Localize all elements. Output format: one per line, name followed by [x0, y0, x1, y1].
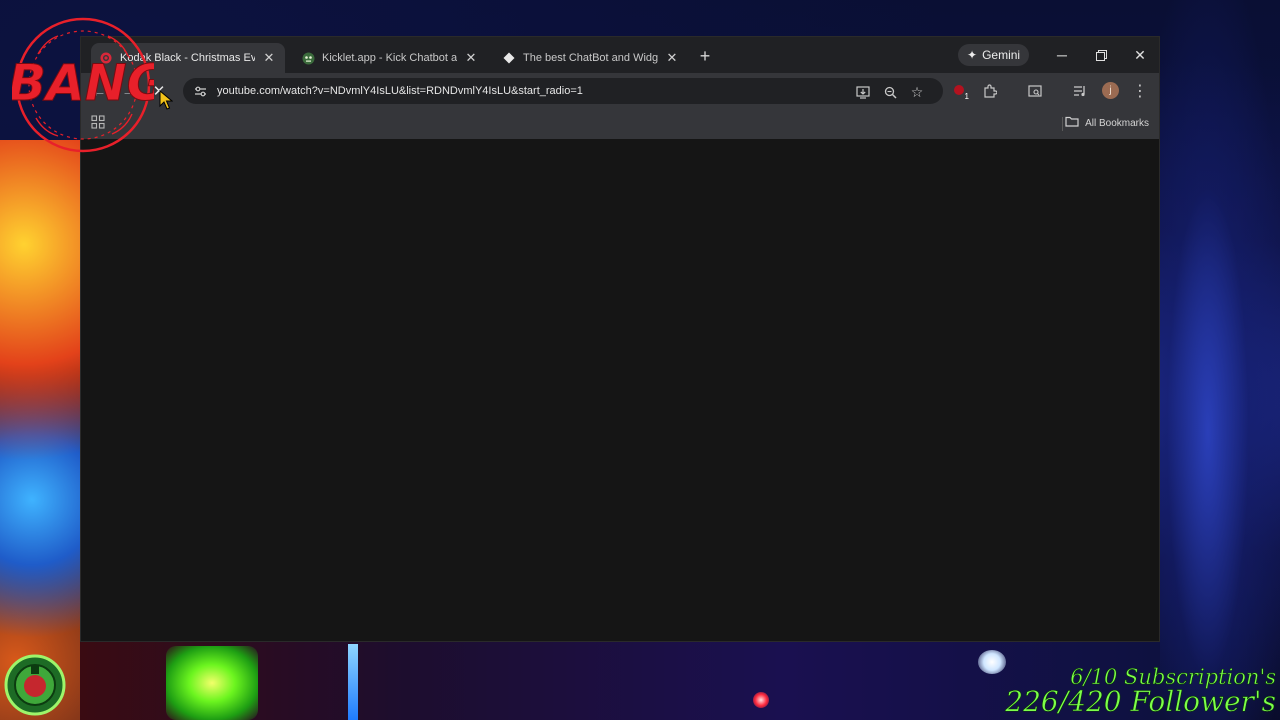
- extension-record-icon[interactable]: 1: [949, 80, 971, 102]
- background-neon-sign-left: [0, 140, 80, 720]
- gemini-label: Gemini: [982, 48, 1021, 62]
- tab-chatbot-widgets[interactable]: The best ChatBot and Widgets ✕: [494, 43, 688, 73]
- bang-stamp-logo: BANG: [12, 17, 154, 153]
- sparkle-icon: ✦: [967, 48, 978, 62]
- kicklet-icon: [301, 51, 315, 65]
- address-bar[interactable]: youtube.com/watch?v=NDvmlY4IsLU&list=RDN…: [183, 78, 943, 104]
- tab-search-icon[interactable]: [1024, 80, 1046, 102]
- folder-icon: [1065, 116, 1079, 130]
- background-red-light: [753, 692, 769, 708]
- site-info-icon[interactable]: [187, 78, 213, 104]
- extensions-puzzle-icon[interactable]: [979, 80, 1001, 102]
- background-white-light: [978, 650, 1006, 674]
- url-text: youtube.com/watch?v=NDvmlY4IsLU&list=RDN…: [217, 85, 583, 97]
- browser-window: Kodak Black - Christmas Eve [O ✕ Kicklet…: [80, 36, 1160, 642]
- bookmarks-bar: All Bookmarks: [81, 109, 1159, 139]
- followers-count: 226/420 Follower's: [1005, 685, 1276, 718]
- diamond-icon: [502, 51, 516, 65]
- close-window-button[interactable]: ✕: [1129, 45, 1151, 65]
- tab-title: Kicklet.app - Kick Chatbot and (: [322, 52, 457, 64]
- zoom-icon[interactable]: [881, 83, 899, 101]
- bomb-emblem-icon: [4, 654, 66, 716]
- bookmarks-separator: [1062, 117, 1063, 131]
- tab-title: The best ChatBot and Widgets: [523, 52, 658, 64]
- background-neon-blue-bar: [348, 644, 358, 720]
- background-blue-glow-right: [1160, 0, 1280, 720]
- all-bookmarks-button[interactable]: All Bookmarks: [1065, 116, 1149, 130]
- profile-avatar[interactable]: j: [1102, 82, 1119, 99]
- browser-toolbar: ← → ✕ youtube.com/watch?v=NDvmlY4IsLU&li…: [81, 73, 1159, 109]
- page-viewport[interactable]: [81, 139, 1159, 641]
- stamp-text: BANG: [12, 54, 154, 112]
- new-tab-button[interactable]: +: [695, 46, 715, 66]
- media-controls-icon[interactable]: [1069, 80, 1091, 102]
- tab-strip: Kodak Black - Christmas Eve [O ✕ Kicklet…: [81, 37, 1159, 73]
- bookmark-star-icon[interactable]: ☆: [908, 83, 926, 101]
- more-menu-icon[interactable]: ⋮: [1129, 80, 1151, 102]
- restore-button[interactable]: [1090, 45, 1112, 65]
- tab-kicklet[interactable]: Kicklet.app - Kick Chatbot and ( ✕: [293, 43, 487, 73]
- extension-badge: 1: [964, 92, 969, 101]
- close-tab-icon[interactable]: ✕: [261, 50, 277, 66]
- gemini-button[interactable]: ✦ Gemini: [958, 44, 1030, 66]
- all-bookmarks-label: All Bookmarks: [1085, 117, 1149, 129]
- close-tab-icon[interactable]: ✕: [664, 50, 680, 66]
- close-tab-icon[interactable]: ✕: [463, 50, 479, 66]
- minimize-button[interactable]: ─: [1051, 45, 1073, 65]
- subscription-follower-counter: 6/10 Subscription's 226/420 Follower's: [1005, 666, 1276, 718]
- install-app-icon[interactable]: [854, 83, 872, 101]
- background-neon-green-light: [166, 646, 258, 720]
- mouse-cursor-icon: [159, 90, 173, 110]
